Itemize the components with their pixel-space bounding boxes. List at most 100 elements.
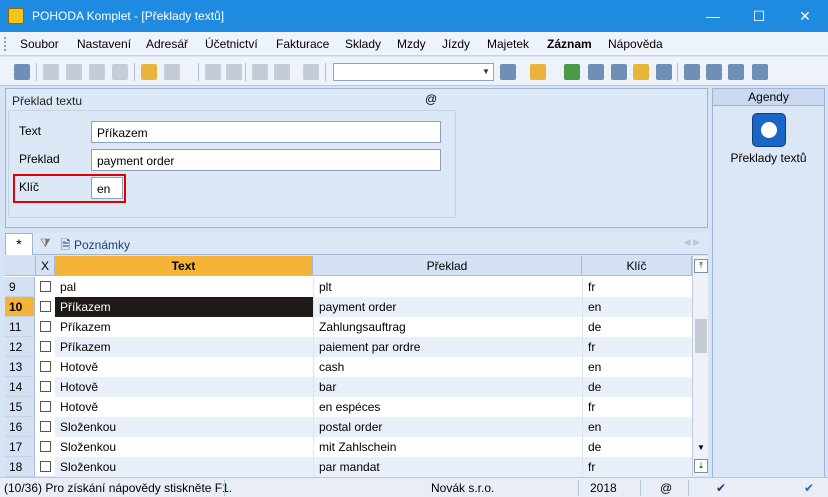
cash-icon[interactable] (564, 64, 580, 80)
column-header-klic[interactable]: Klíč (582, 256, 692, 276)
table-row[interactable]: 10 Příkazem payment order en (5, 297, 692, 317)
save-icon[interactable] (252, 64, 268, 80)
menu-adresar[interactable]: Adresář (146, 37, 188, 51)
table-row[interactable]: 15 Hotově en espéces fr (5, 397, 692, 417)
row-checkbox[interactable] (40, 341, 51, 352)
forward-arrow-icon[interactable] (226, 64, 242, 80)
row-checkbox[interactable] (40, 321, 51, 332)
print-icon[interactable] (66, 64, 82, 80)
cell-preklad[interactable]: plt (313, 277, 582, 297)
cell-text[interactable]: Složenkou (55, 457, 313, 477)
scroll-top-icon[interactable]: ⤒ (694, 259, 708, 273)
chevron-down-icon[interactable]: ▼ (480, 65, 492, 79)
cell-preklad[interactable]: paiement par ordre (313, 337, 582, 357)
row-checkbox[interactable] (40, 401, 51, 412)
close-button[interactable]: ✕ (782, 0, 828, 32)
minimize-button[interactable]: — (690, 0, 736, 32)
calculator-alt-icon[interactable] (611, 64, 627, 80)
table-row[interactable]: 13 Hotově cash en (5, 357, 692, 377)
text-field[interactable]: Příkazem (91, 121, 441, 143)
scroll-thumb[interactable] (695, 319, 707, 353)
table-row[interactable]: 11 Příkazem Zahlungsauftrag de (5, 317, 692, 337)
cell-preklad[interactable]: par mandat (313, 457, 582, 477)
coins-icon[interactable] (633, 64, 649, 80)
cell-text[interactable]: pal (55, 277, 313, 297)
table-row[interactable]: 12 Příkazem paiement par ordre fr (5, 337, 692, 357)
cell-preklad[interactable]: Zahlungsauftrag (313, 317, 582, 337)
agendy-item-label[interactable]: Překlady textů (713, 151, 824, 165)
table-row[interactable]: 17 Složenkou mit Zahlschein de (5, 437, 692, 457)
row-checkbox[interactable] (40, 461, 51, 472)
row-checkbox[interactable] (40, 281, 51, 292)
cell-klic[interactable]: en (582, 357, 692, 377)
cell-klic[interactable]: de (582, 317, 692, 337)
cancel-changes-icon[interactable] (274, 64, 290, 80)
cell-text[interactable]: Hotově (55, 357, 313, 377)
menu-napoveda[interactable]: Nápověda (608, 37, 663, 51)
new-record-icon[interactable] (141, 64, 157, 80)
tab-poznamky[interactable]: 🗎 Poznámky (61, 236, 130, 257)
cell-text[interactable]: Příkazem (55, 317, 313, 337)
window-icon[interactable] (706, 64, 722, 80)
menu-mzdy[interactable]: Mzdy (397, 37, 426, 51)
grid-scrollbar[interactable]: ⤒ ▼ ⤓ (692, 256, 708, 476)
scroll-down-icon[interactable]: ▼ (694, 442, 708, 456)
clipboard-icon[interactable] (303, 64, 319, 80)
cell-text[interactable]: Složenkou (55, 417, 313, 437)
cell-preklad[interactable]: cash (313, 357, 582, 377)
column-header-preklad[interactable]: Překlad (313, 256, 582, 276)
tab-scroll-arrows[interactable]: ◀ ▶ (684, 237, 700, 248)
cell-text[interactable]: Složenkou (55, 437, 313, 457)
cell-klic[interactable]: en (582, 297, 692, 317)
cell-klic[interactable]: de (582, 437, 692, 457)
table-row[interactable]: 18 Složenkou par mandat fr (5, 457, 692, 477)
toolbar-combobox[interactable]: ▼ (333, 63, 494, 81)
report-icon[interactable] (728, 64, 744, 80)
column-header-text[interactable]: Text (55, 256, 313, 276)
cell-text[interactable]: Příkazem (55, 297, 313, 317)
row-checkbox[interactable] (40, 361, 51, 372)
filter-icon[interactable] (500, 64, 516, 80)
calculator-icon[interactable] (588, 64, 604, 80)
menu-jizdy[interactable]: Jízdy (442, 37, 470, 51)
at-icon[interactable]: @ (425, 92, 437, 106)
cell-preklad[interactable]: postal order (313, 417, 582, 437)
menu-soubor[interactable]: Soubor (20, 37, 59, 51)
iban-icon[interactable] (656, 64, 672, 80)
copy-record-icon[interactable] (43, 64, 59, 80)
back-arrow-icon[interactable] (205, 64, 221, 80)
cell-preklad[interactable]: payment order (313, 297, 582, 317)
cell-klic[interactable]: fr (582, 397, 692, 417)
menu-nastaveni[interactable]: Nastavení (77, 37, 131, 51)
menu-fakturace[interactable]: Fakturace (276, 37, 329, 51)
menu-ucetnictvi[interactable]: Účetnictví (205, 37, 258, 51)
menu-majetek[interactable]: Majetek (487, 37, 529, 51)
briefcase-icon[interactable] (530, 64, 546, 80)
translation-icon[interactable] (752, 113, 786, 147)
export-icon[interactable] (112, 64, 128, 80)
cell-text[interactable]: Příkazem (55, 337, 313, 357)
exit-agenda-icon[interactable] (14, 64, 30, 80)
cell-text[interactable]: Hotově (55, 397, 313, 417)
cell-preklad[interactable]: en espéces (313, 397, 582, 417)
cell-text[interactable]: Hotově (55, 377, 313, 397)
table-row[interactable]: 14 Hotově bar de (5, 377, 692, 397)
preklad-field[interactable]: payment order (91, 149, 441, 171)
cell-klic[interactable]: de (582, 377, 692, 397)
monitor-icon[interactable] (684, 64, 700, 80)
row-checkbox[interactable] (40, 441, 51, 452)
column-header-x[interactable]: X (36, 256, 55, 276)
help-pointer-icon[interactable] (752, 64, 768, 80)
maximize-button[interactable]: ☐ (736, 0, 782, 32)
row-checkbox[interactable] (40, 301, 51, 312)
status-ok-icon[interactable]: ✔ (804, 481, 814, 495)
row-checkbox[interactable] (40, 421, 51, 432)
row-checkbox[interactable] (40, 381, 51, 392)
cell-preklad[interactable]: mit Zahlschein (313, 437, 582, 457)
edit-record-icon[interactable] (164, 64, 180, 80)
tab-all-records[interactable]: * (5, 233, 33, 255)
cell-klic[interactable]: fr (582, 457, 692, 477)
cell-preklad[interactable]: bar (313, 377, 582, 397)
print-preview-icon[interactable] (89, 64, 105, 80)
table-row[interactable]: 9 pal plt fr (5, 277, 692, 297)
